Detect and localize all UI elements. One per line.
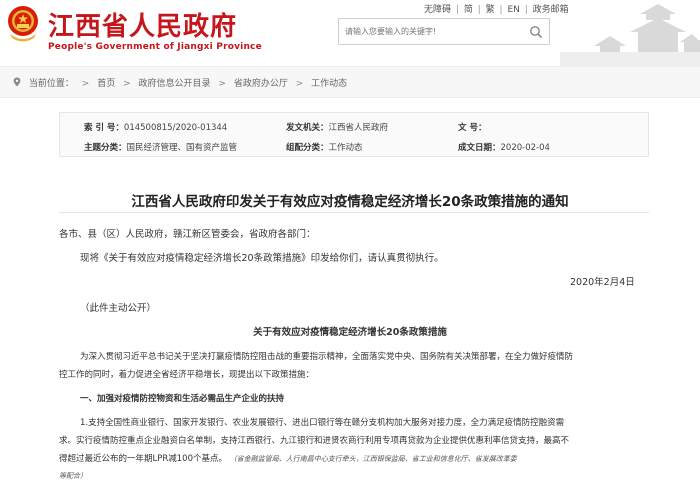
national-emblem-icon[interactable] bbox=[6, 4, 40, 42]
item1-line-3: 得超过最近公布的一年期LPR减100个基点。 （省金融监管局、人行南昌中心支行牵… bbox=[59, 452, 517, 464]
breadcrumb-home[interactable]: 首页 bbox=[97, 76, 115, 89]
meta-docno: 文 号： bbox=[458, 123, 487, 133]
intro-line-1: 为深入贯彻习近平总书记关于坚决打赢疫情防控阻击战的重要指示精神，全面落实党中央、… bbox=[80, 352, 574, 362]
section-heading: 一、加强对疫情防控物资和生活必需品生产企业的扶持 bbox=[80, 394, 285, 404]
breadcrumb: 当前位置： > 首页 > 政府信息公开目录 > 省政府办公厅 > 工作动态 bbox=[12, 76, 347, 89]
item1-responsible-note: （省金融监管局、人行南昌中心支行牵头，江西银保监局、省工业和信息化厅、省发展改革… bbox=[229, 455, 517, 463]
traditional-link[interactable]: 繁 bbox=[486, 2, 495, 15]
meta-date: 成文日期：2020-02-04 bbox=[458, 143, 550, 153]
tengwang-pavilion-illustration bbox=[560, 4, 700, 66]
site-title-english: People's Government of Jiangxi Province bbox=[48, 42, 262, 52]
title-divider bbox=[59, 212, 649, 213]
location-pin-icon bbox=[13, 77, 21, 87]
breadcrumb-general-office[interactable]: 省政府办公厅 bbox=[234, 76, 288, 89]
article-title: 江西省人民政府印发关于有效应对疫情稳定经济增长20条政策措施的通知 bbox=[131, 194, 569, 210]
issue-date: 2020年2月4日 bbox=[570, 277, 635, 288]
top-links: 无障碍 | 简 | 繁 | EN | 政务邮箱 bbox=[424, 2, 569, 15]
document-meta-box: 索 引 号：014500815/2020-01344 发文机关：江西省人民政府 … bbox=[59, 112, 649, 157]
search-input[interactable] bbox=[345, 19, 525, 44]
site-header: 江西省人民政府 People's Government of Jiangxi P… bbox=[0, 0, 700, 66]
policy-subtitle: 关于有效应对疫情稳定经济增长20条政策措施 bbox=[253, 327, 447, 338]
english-link[interactable]: EN bbox=[507, 5, 519, 15]
item1-line-2: 求。实行疫情防控重点企业融资白名单制，支持江西银行、九江银行和进贤农商行利用专项… bbox=[59, 436, 570, 446]
item1-line-3-text: 得超过最近公布的一年期LPR减100个基点。 bbox=[59, 454, 227, 464]
accessibility-link[interactable]: 无障碍 bbox=[424, 2, 451, 15]
salutation: 各市、县（区）人民政府，赣江新区管委会，省政府各部门： bbox=[59, 229, 316, 240]
breadcrumb-bar: 当前位置： > 首页 > 政府信息公开目录 > 省政府办公厅 > 工作动态 bbox=[0, 66, 700, 98]
search-icon[interactable] bbox=[529, 25, 543, 39]
intro-line-2: 控工作的同时，着力促进全省经济平稳增长，现提出以下政策措施： bbox=[59, 370, 315, 380]
body-paragraph: 现将《关于有效应对疫情稳定经济增长20条政策措施》印发给你们，请认真贯彻执行。 bbox=[80, 253, 444, 264]
public-note: （此件主动公开） bbox=[80, 303, 157, 314]
meta-issuer: 发文机关：江西省人民政府 bbox=[286, 123, 389, 133]
meta-topic: 主题分类：国民经济管理、国有资产监管 bbox=[84, 143, 238, 153]
simplified-link[interactable]: 简 bbox=[464, 2, 473, 15]
meta-index: 索 引 号：014500815/2020-01344 bbox=[84, 123, 228, 133]
breadcrumb-work-news[interactable]: 工作动态 bbox=[311, 76, 347, 89]
site-title[interactable]: 江西省人民政府 bbox=[48, 6, 237, 43]
item1-line-4: 等配合） bbox=[59, 472, 87, 480]
item1-line-1: 1.支持全国性商业银行、国家开发银行、农业发展银行、进出口银行等在赣分支机构加大… bbox=[80, 418, 565, 428]
search-box bbox=[338, 18, 550, 45]
breadcrumb-label: 当前位置： bbox=[28, 79, 74, 89]
breadcrumb-info-catalog[interactable]: 政府信息公开目录 bbox=[139, 76, 211, 89]
meta-category: 组配分类：工作动态 bbox=[286, 143, 363, 153]
